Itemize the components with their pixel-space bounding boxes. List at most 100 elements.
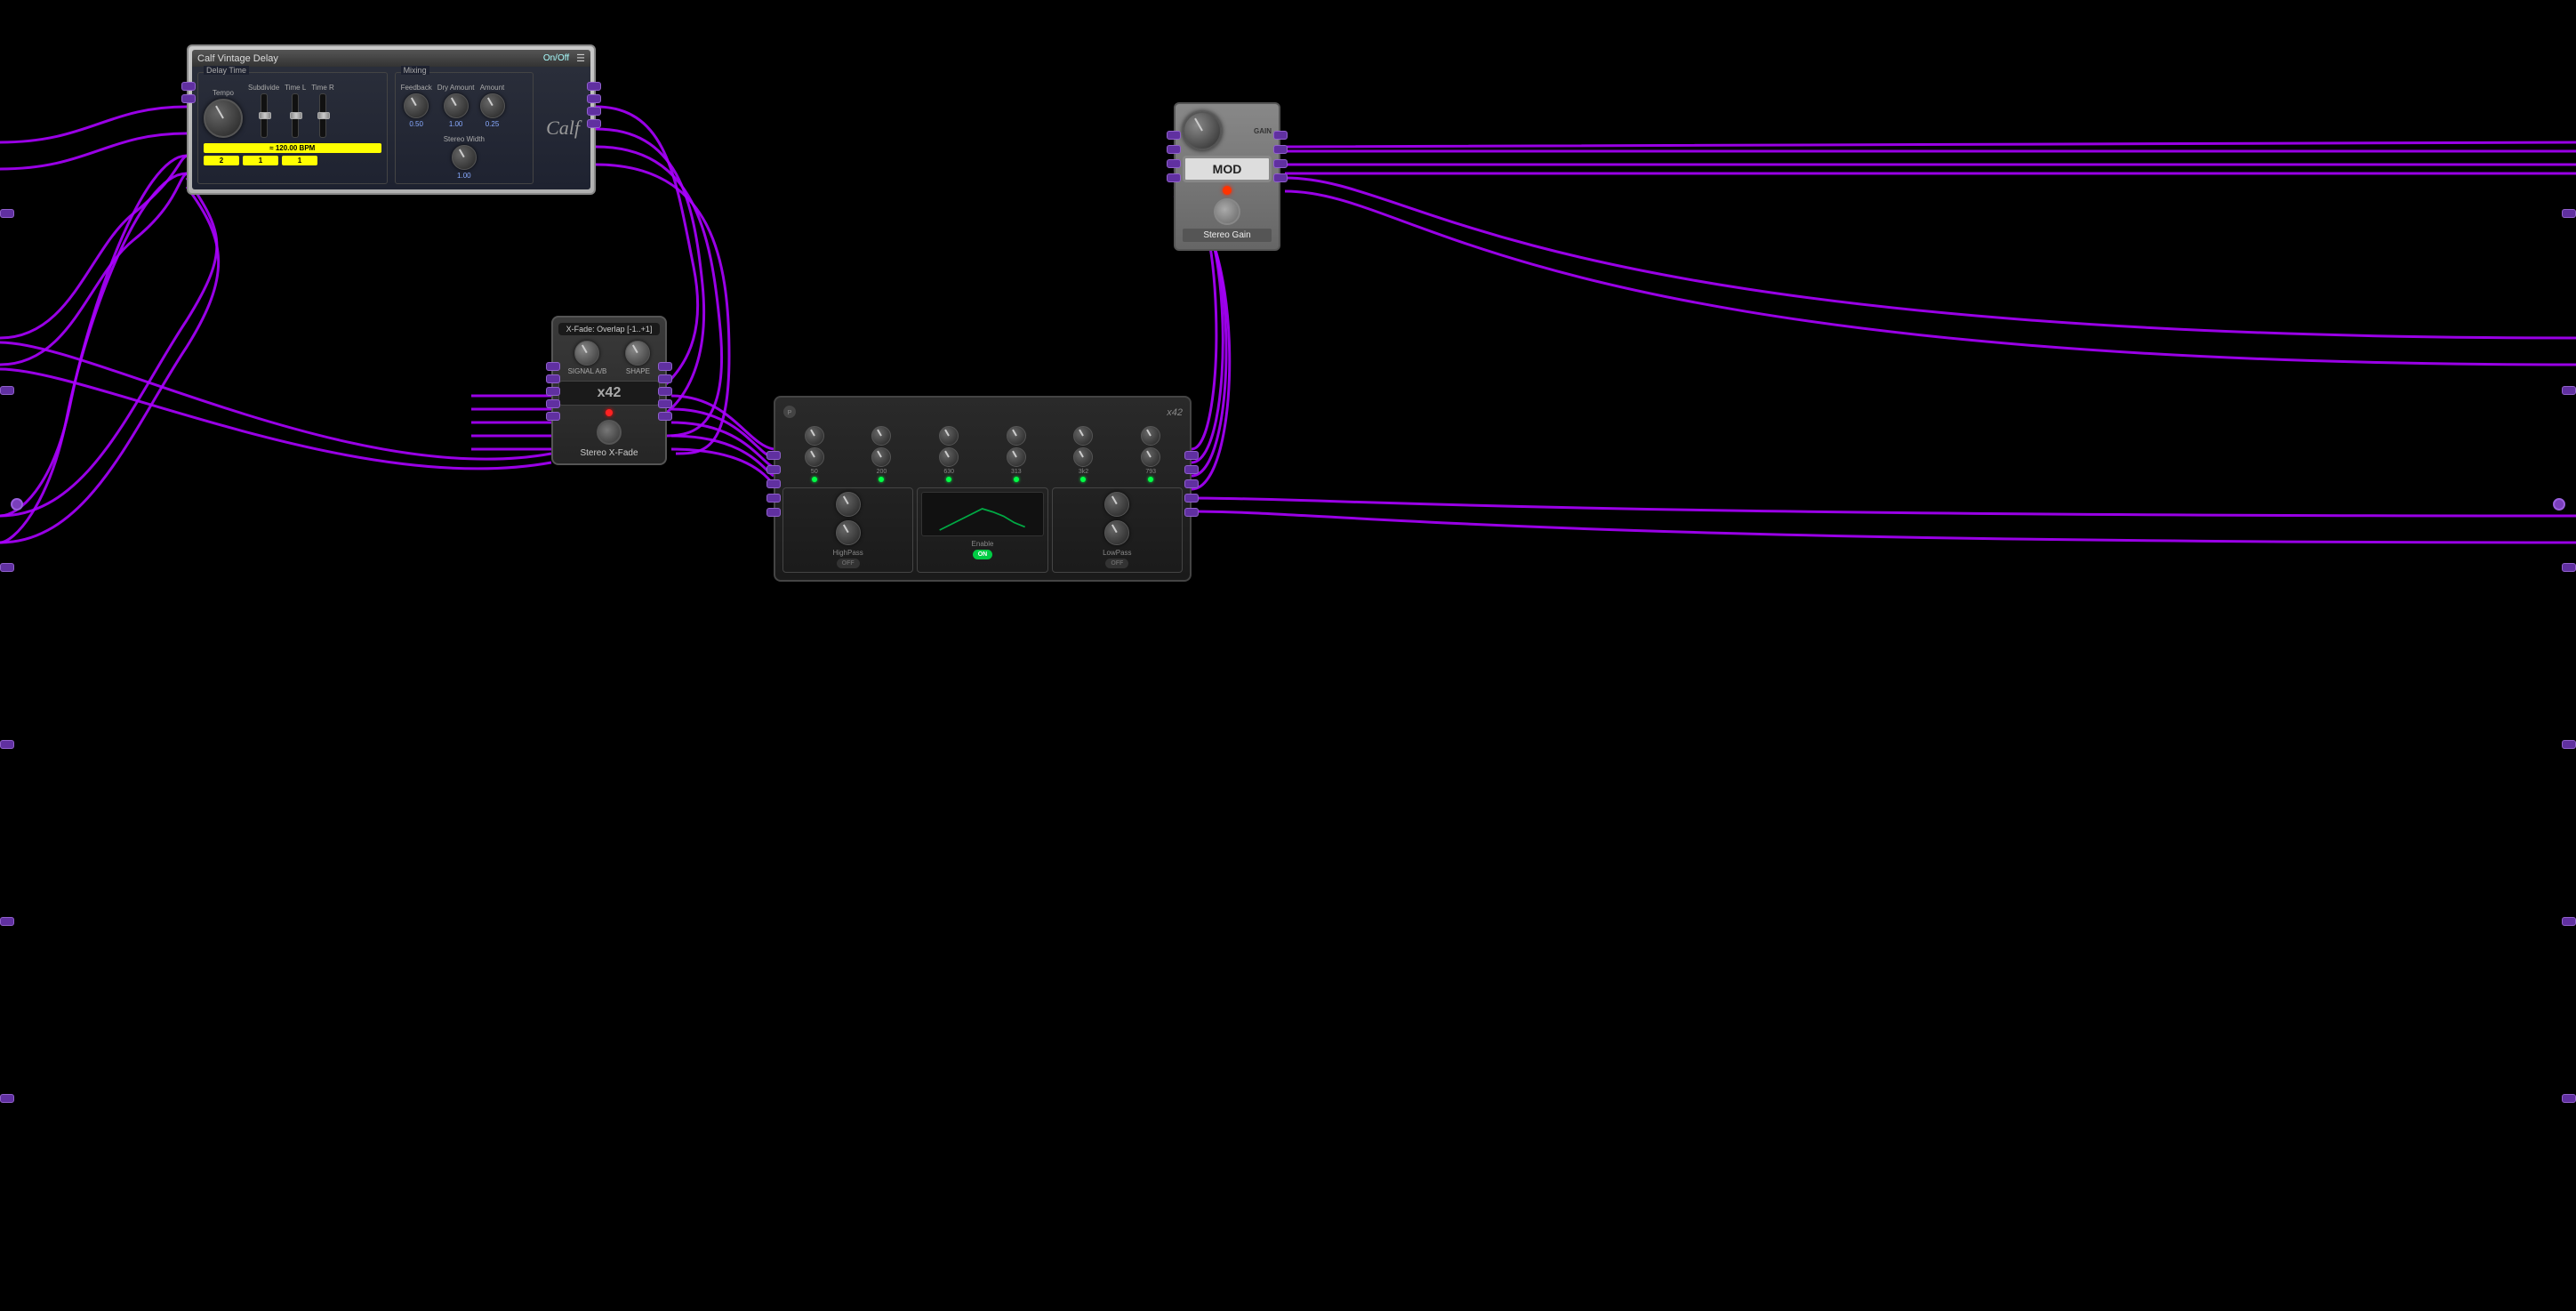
edge-port-left-bottom[interactable] [11, 498, 23, 511]
stereo-width-knob[interactable] [452, 145, 477, 170]
left-edge-port-1[interactable] [0, 209, 14, 218]
timel-slider[interactable] [292, 93, 299, 138]
calf-in-port-2[interactable] [181, 94, 196, 103]
tempo-knob[interactable] [204, 99, 243, 138]
eq-in-3[interactable] [766, 479, 781, 488]
stereo-width-label: Stereo Width [444, 135, 485, 143]
gain-main-knob[interactable] [1183, 111, 1222, 150]
amount-knob[interactable] [480, 93, 505, 118]
enable-on[interactable]: ON [973, 550, 993, 559]
xfade-out-2[interactable] [658, 374, 672, 383]
left-edge-port-6[interactable] [0, 1094, 14, 1103]
eq-in-2[interactable] [766, 465, 781, 474]
highpass-off[interactable]: OFF [837, 559, 860, 568]
eq-band4-gain-knob[interactable] [1007, 426, 1026, 446]
right-edge-port-6[interactable] [2562, 1094, 2576, 1103]
calf-out-port-4[interactable] [587, 119, 601, 128]
lowpass-toggle: OFF [1056, 559, 1178, 568]
gain-out-3[interactable] [1273, 159, 1288, 168]
eq-band2-freq-knob[interactable] [871, 447, 891, 467]
subdivide-label: Subdivide [248, 84, 279, 92]
signal-ab-knob[interactable] [574, 341, 599, 366]
eq-band2-gain-knob[interactable] [871, 426, 891, 446]
feedback-knob[interactable] [404, 93, 429, 118]
calf-out-port-3[interactable] [587, 107, 601, 116]
eq-out-5[interactable] [1184, 508, 1199, 517]
calf-in-port-1[interactable] [181, 82, 196, 91]
gain-in-3[interactable] [1167, 159, 1181, 168]
eq-band3-gain-knob[interactable] [939, 426, 959, 446]
delay-time-section: Delay Time Tempo Subdivide Time L [197, 72, 388, 184]
tempo-label: Tempo [213, 89, 234, 97]
xfade-logo: x42 [558, 381, 660, 406]
xfade-in-5[interactable] [546, 412, 560, 421]
lowpass-knob-1[interactable] [1104, 492, 1129, 517]
dry-amount-knob[interactable] [444, 93, 469, 118]
lowpass-knob-2[interactable] [1104, 520, 1129, 545]
highpass-label: HighPass [787, 549, 909, 557]
subdivide-thumb [259, 112, 271, 119]
gain-in-4[interactable] [1167, 173, 1181, 182]
eq-band6-freq-knob[interactable] [1141, 447, 1160, 467]
xfade-out-1[interactable] [658, 362, 672, 371]
lowpass-off[interactable]: OFF [1105, 559, 1128, 568]
eq-out-2[interactable] [1184, 465, 1199, 474]
calf-delay-menu[interactable]: ☰ [576, 52, 585, 64]
eq-band-6: 793 [1119, 426, 1183, 482]
xfade-footswitch[interactable] [597, 420, 622, 445]
xfade-in-4[interactable] [546, 399, 560, 408]
subdivide-slider[interactable] [261, 93, 268, 138]
timer-slider[interactable] [319, 93, 326, 138]
left-edge-port-2[interactable] [0, 386, 14, 395]
eq-out-1[interactable] [1184, 451, 1199, 460]
eq-band5-freq-knob[interactable] [1073, 447, 1093, 467]
edge-port-right-bottom[interactable] [2553, 498, 2565, 511]
mixing-section: Mixing Feedback 0.50 Dry Amount 1.00 Amo… [395, 72, 534, 184]
gain-in-2[interactable] [1167, 145, 1181, 154]
eq-band5-freq-label: 3k2 [1079, 469, 1088, 475]
gain-out-1[interactable] [1273, 131, 1288, 140]
subdivide-display: 2 [204, 156, 239, 165]
right-edge-port-1[interactable] [2562, 209, 2576, 218]
left-edge-port-3[interactable] [0, 563, 14, 572]
dry-amount-label: Dry Amount [437, 84, 475, 92]
highpass-section: HighPass OFF [782, 487, 913, 573]
eq-band4-freq-knob[interactable] [1007, 447, 1026, 467]
highpass-knob-1[interactable] [836, 492, 861, 517]
calf-logo: Calf [541, 72, 585, 184]
eq-panel: P x42 50 200 630 313 [774, 396, 1192, 582]
right-edge-port-4[interactable] [2562, 740, 2576, 749]
gain-out-2[interactable] [1273, 145, 1288, 154]
eq-band3-freq-knob[interactable] [939, 447, 959, 467]
highpass-knob-2[interactable] [836, 520, 861, 545]
eq-in-5[interactable] [766, 508, 781, 517]
right-edge-port-3[interactable] [2562, 563, 2576, 572]
gain-out-4[interactable] [1273, 173, 1288, 182]
xfade-out-5[interactable] [658, 412, 672, 421]
xfade-in-1[interactable] [546, 362, 560, 371]
left-edge-port-4[interactable] [0, 740, 14, 749]
xfade-out-4[interactable] [658, 399, 672, 408]
eq-out-4[interactable] [1184, 494, 1199, 503]
eq-in-4[interactable] [766, 494, 781, 503]
xfade-out-3[interactable] [658, 387, 672, 396]
calf-out-port-1[interactable] [587, 82, 601, 91]
shape-knob[interactable] [625, 341, 650, 366]
right-edge-port-2[interactable] [2562, 386, 2576, 395]
eq-out-3[interactable] [1184, 479, 1199, 488]
xfade-in-2[interactable] [546, 374, 560, 383]
gain-button[interactable] [1214, 198, 1240, 225]
gain-in-1[interactable] [1167, 131, 1181, 140]
eq-in-1[interactable] [766, 451, 781, 460]
eq-band1-gain-knob[interactable] [805, 426, 824, 446]
left-edge-port-5[interactable] [0, 917, 14, 926]
calf-delay-onoff[interactable]: On/Off [543, 53, 569, 63]
eq-band1-freq-knob[interactable] [805, 447, 824, 467]
xfade-in-3[interactable] [546, 387, 560, 396]
eq-band5-gain-knob[interactable] [1073, 426, 1093, 446]
right-edge-port-5[interactable] [2562, 917, 2576, 926]
eq-band6-gain-knob[interactable] [1141, 426, 1160, 446]
calf-out-port-2[interactable] [587, 94, 601, 103]
eq-band-3: 630 [917, 426, 981, 482]
dry-amount-col: Dry Amount 1.00 [437, 84, 475, 128]
